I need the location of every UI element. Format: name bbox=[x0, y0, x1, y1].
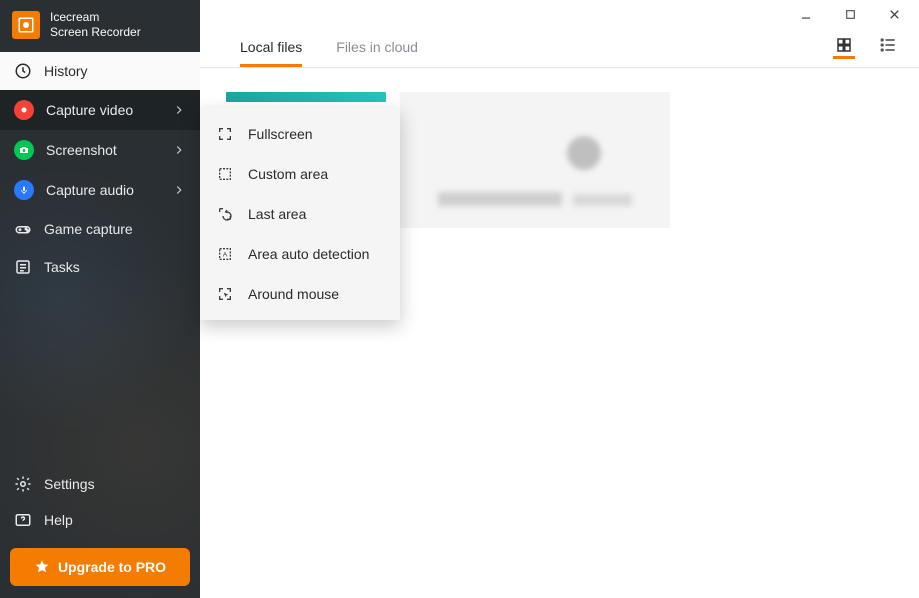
flyout-item-fullscreen[interactable]: Fullscreen bbox=[200, 114, 400, 154]
app-window: Icecream Screen Recorder History Capture… bbox=[0, 0, 919, 598]
tab-files-in-cloud[interactable]: Files in cloud bbox=[336, 29, 418, 67]
svg-text:A: A bbox=[223, 252, 228, 259]
sidebar-item-label: Settings bbox=[44, 476, 95, 492]
chevron-right-icon bbox=[172, 103, 186, 117]
around-mouse-icon bbox=[216, 285, 234, 303]
thumbnail-item[interactable] bbox=[400, 92, 670, 228]
upgrade-label: Upgrade to PRO bbox=[58, 559, 166, 575]
flyout-item-label: Around mouse bbox=[248, 286, 339, 302]
nav-main: History Capture video Screenshot bbox=[0, 52, 200, 286]
gear-icon bbox=[14, 475, 32, 493]
sidebar-item-capture-video[interactable]: Capture video bbox=[0, 90, 200, 130]
list-icon bbox=[878, 35, 898, 55]
thumbnail-item[interactable] bbox=[226, 92, 386, 102]
star-icon bbox=[34, 559, 50, 575]
camera-icon bbox=[14, 140, 34, 160]
sidebar-item-label: Help bbox=[44, 512, 73, 528]
thumbnail-header-strip bbox=[226, 92, 386, 102]
sidebar-item-label: Screenshot bbox=[46, 142, 117, 158]
upgrade-button[interactable]: Upgrade to PRO bbox=[10, 548, 190, 586]
sidebar-item-capture-audio[interactable]: Capture audio bbox=[0, 170, 200, 210]
record-icon bbox=[14, 100, 34, 120]
flyout-item-label: Fullscreen bbox=[248, 126, 313, 142]
last-area-icon bbox=[216, 205, 234, 223]
brand-text: Icecream Screen Recorder bbox=[50, 10, 141, 40]
flyout-item-around-mouse[interactable]: Around mouse bbox=[200, 274, 400, 314]
sidebar-item-label: Capture video bbox=[46, 102, 133, 118]
clock-icon bbox=[14, 62, 32, 80]
tabs-row: Local files Files in cloud bbox=[200, 28, 919, 68]
thumbnails bbox=[226, 92, 893, 102]
tab-label: Local files bbox=[240, 39, 302, 55]
close-button[interactable] bbox=[885, 5, 903, 23]
sidebar-item-screenshot[interactable]: Screenshot bbox=[0, 130, 200, 170]
tab-label: Files in cloud bbox=[336, 39, 418, 55]
thumbnail-preview bbox=[400, 92, 670, 228]
list-view-button[interactable] bbox=[877, 37, 899, 59]
flyout-item-area-auto-detection[interactable]: A Area auto detection bbox=[200, 234, 400, 274]
sidebar-spacer bbox=[0, 286, 200, 466]
sidebar-item-label: History bbox=[44, 63, 88, 79]
view-toggles bbox=[833, 37, 899, 59]
brand-line2: Screen Recorder bbox=[50, 25, 141, 40]
tab-local-files[interactable]: Local files bbox=[240, 29, 302, 67]
flyout-item-last-area[interactable]: Last area bbox=[200, 194, 400, 234]
brand: Icecream Screen Recorder bbox=[0, 0, 200, 52]
sidebar-item-help[interactable]: Help bbox=[0, 502, 200, 538]
gamepad-icon bbox=[14, 220, 32, 238]
sidebar-item-game-capture[interactable]: Game capture bbox=[0, 210, 200, 248]
auto-detect-icon: A bbox=[216, 245, 234, 263]
flyout-item-custom-area[interactable]: Custom area bbox=[200, 154, 400, 194]
minimize-button[interactable] bbox=[797, 5, 815, 23]
chevron-right-icon bbox=[172, 183, 186, 197]
sidebar-item-label: Tasks bbox=[44, 259, 80, 275]
brand-line1: Icecream bbox=[50, 10, 141, 25]
sidebar-item-history[interactable]: History bbox=[0, 52, 200, 90]
chevron-right-icon bbox=[172, 143, 186, 157]
app-logo-icon bbox=[12, 11, 40, 39]
sidebar-item-settings[interactable]: Settings bbox=[0, 466, 200, 502]
capture-video-flyout: Fullscreen Custom area Last area A Area … bbox=[200, 108, 400, 320]
fullscreen-icon bbox=[216, 125, 234, 143]
tasks-icon bbox=[14, 258, 32, 276]
nav-bottom: Settings Help bbox=[0, 466, 200, 538]
mic-icon bbox=[14, 180, 34, 200]
sidebar-item-label: Game capture bbox=[44, 221, 133, 237]
flyout-item-label: Custom area bbox=[248, 166, 328, 182]
sidebar-item-tasks[interactable]: Tasks bbox=[0, 248, 200, 286]
flyout-item-label: Last area bbox=[248, 206, 306, 222]
sidebar-item-label: Capture audio bbox=[46, 182, 134, 198]
help-icon bbox=[14, 511, 32, 529]
custom-area-icon bbox=[216, 165, 234, 183]
maximize-button[interactable] bbox=[841, 5, 859, 23]
window-controls bbox=[200, 0, 919, 28]
flyout-item-label: Area auto detection bbox=[248, 246, 369, 262]
grid-icon bbox=[835, 36, 853, 54]
sidebar: Icecream Screen Recorder History Capture… bbox=[0, 0, 200, 598]
grid-view-button[interactable] bbox=[833, 37, 855, 59]
